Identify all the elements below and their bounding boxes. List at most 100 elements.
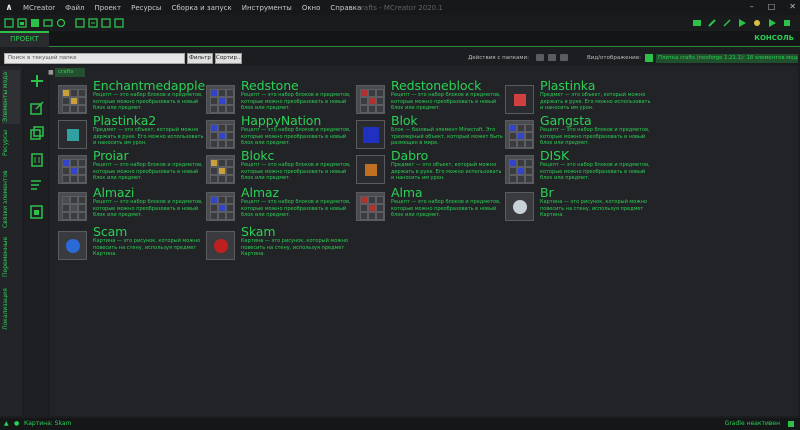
filter-button[interactable]: Фильтр: [187, 53, 213, 64]
main-toolbar: [0, 15, 800, 30]
recipe-icon: [356, 85, 385, 114]
element-tile[interactable]: Gangsta Рецепт — это набор блоков и предм…: [505, 113, 653, 155]
element-tile[interactable]: Almaz Рецепт — это набор блоков и предмет…: [206, 185, 354, 227]
right-toolbar: [691, 17, 792, 28]
delete-folder-icon[interactable]: [560, 54, 568, 61]
menu-bar: MCreator Файл Проект Ресурсы Сборка и запуск…: [18, 4, 366, 12]
left-tab-rail: Элементы мода Ресурсы Связки элементов П…: [0, 66, 22, 416]
element-tile[interactable]: DISK Рецепт — это набор блоков и предмето…: [505, 148, 653, 190]
painting-icon: [58, 231, 87, 260]
element-description: Картина — это рисунок, который можно пов…: [241, 238, 349, 258]
menu-item[interactable]: Сборка и запуск: [166, 4, 236, 12]
element-tile[interactable]: Almazi Рецепт — это набор блоков и предме…: [58, 185, 206, 227]
tab-element-links[interactable]: Связки элементов: [2, 168, 20, 230]
element-description: Рецепт — это набор блоков и предметов, к…: [93, 162, 203, 182]
new-texture-icon[interactable]: [29, 17, 40, 28]
block-icon: [356, 120, 385, 149]
element-description: Рецепт — это набор блоков и предметов, к…: [93, 199, 203, 219]
menu-item[interactable]: Окно: [297, 4, 326, 12]
tiles-view-icon[interactable]: [645, 54, 653, 62]
new-image-icon[interactable]: [16, 17, 27, 28]
new-animation-icon[interactable]: [55, 17, 66, 28]
item-icon: [58, 120, 87, 149]
element-tile[interactable]: Br Картина — это рисунок, который можно п…: [505, 185, 653, 227]
new-element-icon[interactable]: [3, 17, 14, 28]
element-name: Proiar: [93, 148, 129, 163]
export-icon[interactable]: [87, 17, 98, 28]
menu-item[interactable]: Проект: [90, 4, 127, 12]
menu-item[interactable]: Инструменты: [237, 4, 297, 12]
element-description: Рецепт — это набор блоков и предметов, к…: [241, 199, 351, 219]
code-element-icon[interactable]: [28, 151, 45, 168]
duplicate-element-icon[interactable]: [28, 124, 45, 141]
new-armor-icon[interactable]: [42, 17, 53, 28]
element-name: Dabro: [391, 148, 429, 163]
element-description: Рецепт — это набор блоков и предметов, к…: [391, 199, 501, 219]
menu-item[interactable]: Ресурсы: [126, 4, 166, 12]
edit-icon[interactable]: [721, 17, 732, 28]
breadcrumb[interactable]: crafts: [55, 68, 85, 77]
item-icon: [505, 85, 534, 114]
recipe-icon: [206, 155, 235, 184]
run-server-icon[interactable]: [766, 17, 777, 28]
menu-item[interactable]: MCreator: [18, 4, 60, 12]
element-description: Рецепт — это набор блоков и предметов, к…: [241, 127, 351, 147]
element-tile[interactable]: Dabro Предмет — это объект, который можно…: [356, 148, 504, 190]
tab-localization[interactable]: Локализация: [2, 284, 20, 334]
element-name: Almaz: [241, 185, 279, 200]
folder-icon: ■: [48, 69, 54, 76]
element-description: Рецепт — это набор блоков и предметов, к…: [540, 162, 650, 182]
filter-bar: Поиск в текущей папке Фильтр Сортир... Д…: [0, 50, 800, 66]
import-icon[interactable]: [74, 17, 85, 28]
element-tile[interactable]: Redstoneblock Рецепт — это набор блоков и…: [356, 78, 504, 120]
sound-icon[interactable]: [113, 17, 124, 28]
mcreator-logo-icon: ∧: [5, 2, 13, 13]
element-tile[interactable]: HappyNation Рецепт — это набор блоков и п…: [206, 113, 354, 155]
notification-icon: ●: [14, 420, 20, 427]
tab-project[interactable]: ПРОЕКТ: [0, 31, 49, 47]
workspace-settings-icon[interactable]: [691, 17, 702, 28]
close-icon[interactable]: ✕: [789, 2, 796, 11]
search-input[interactable]: Поиск в текущей папке: [4, 53, 185, 64]
rename-folder-icon[interactable]: [548, 54, 556, 61]
element-name: Redstone: [241, 78, 299, 93]
run-client-icon[interactable]: [736, 17, 747, 28]
element-tile[interactable]: Plastinka2 Предмет — это объект, который …: [58, 113, 206, 155]
element-tile[interactable]: Blok Блок — базовый элемент Minecraft. Эт…: [356, 113, 504, 155]
sort-elements-icon[interactable]: [28, 176, 45, 193]
element-tile[interactable]: Blokc Рецепт — это набор блоков и предмет…: [206, 148, 354, 190]
delete-element-icon[interactable]: [28, 203, 45, 220]
debug-icon[interactable]: [751, 17, 762, 28]
recipe-icon: [58, 155, 87, 184]
status-bar: ▲ ● Картина: Skam Gradle неактивен: [0, 418, 800, 430]
menu-item[interactable]: Файл: [60, 4, 89, 12]
structure-icon[interactable]: [100, 17, 111, 28]
tab-console[interactable]: КОНСОЛЬ: [754, 34, 794, 42]
element-name: Plastinka: [540, 78, 596, 93]
view-label: Вид/отображение:: [587, 55, 641, 61]
element-name: Enchantmedapple: [93, 78, 206, 93]
minimize-icon[interactable]: –: [750, 2, 754, 11]
painting-icon: [505, 192, 534, 221]
menu-item[interactable]: Справка: [325, 4, 366, 12]
element-description: Блок — базовый элемент Minecraft. Это тр…: [391, 127, 503, 147]
gradle-status-icon: [788, 421, 794, 427]
tab-resources[interactable]: Ресурсы: [2, 130, 20, 156]
sort-button[interactable]: Сортир...: [215, 53, 242, 64]
recipe-icon: [58, 192, 87, 221]
build-icon[interactable]: [706, 17, 717, 28]
tab-variables[interactable]: Переменные: [2, 234, 20, 280]
add-element-icon[interactable]: [28, 72, 45, 89]
element-tile[interactable]: Skam Картина — это рисунок, который можно…: [206, 224, 354, 266]
edit-element-icon[interactable]: [28, 99, 45, 116]
element-name: Almazi: [93, 185, 135, 200]
element-description: Картина — это рисунок, который можно пов…: [540, 199, 648, 219]
maximize-icon[interactable]: □: [768, 2, 776, 11]
new-folder-icon[interactable]: [536, 54, 544, 61]
recipe-icon: [505, 120, 534, 149]
tab-mod-elements[interactable]: Элементы мода: [2, 70, 20, 124]
element-tile[interactable]: Scam Картина — это рисунок, который можно…: [58, 224, 206, 266]
element-tile[interactable]: Alma Рецепт — это набор блоков и предмето…: [356, 185, 504, 227]
stop-icon[interactable]: [781, 17, 792, 28]
element-name: Gangsta: [540, 113, 592, 128]
